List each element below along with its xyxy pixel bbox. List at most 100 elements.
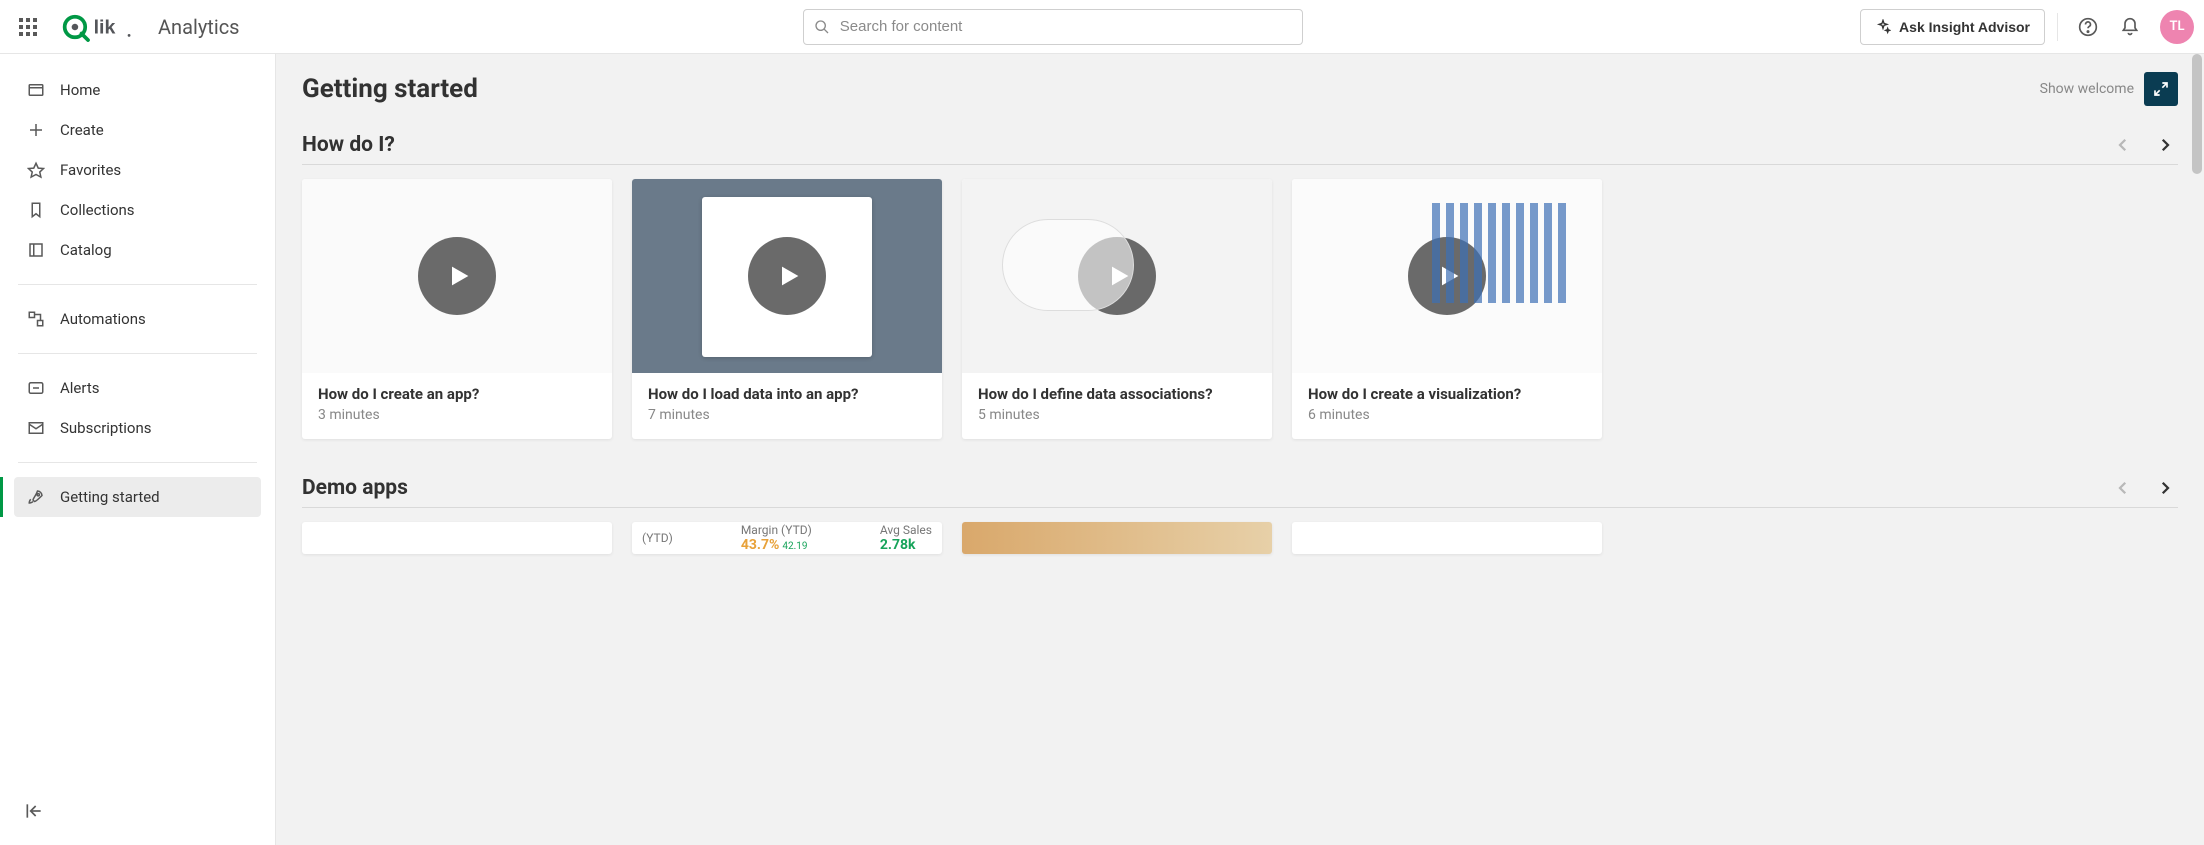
top-center	[254, 9, 1853, 45]
sidebar-item-label: Automations	[60, 310, 146, 328]
expand-welcome-button[interactable]	[2144, 72, 2178, 106]
sidebar-item-label: Catalog	[60, 241, 112, 259]
collapse-icon	[24, 801, 44, 821]
product-name: Analytics	[158, 15, 240, 39]
sidebar-item-collections[interactable]: Collections	[14, 190, 261, 230]
waffle-icon	[19, 18, 37, 36]
expand-icon	[2153, 81, 2169, 97]
sidebar-item-label: Create	[60, 121, 104, 139]
search-icon	[814, 19, 830, 35]
howdoi-next-button[interactable]	[2152, 132, 2178, 158]
video-card[interactable]: How do I define data associations? 5 min…	[962, 179, 1272, 439]
sidebar-item-label: Getting started	[60, 488, 160, 506]
video-card-duration: 5 minutes	[978, 407, 1256, 423]
play-button[interactable]	[418, 237, 496, 315]
brand[interactable]: lik Analytics	[54, 12, 246, 42]
svg-text:lik: lik	[94, 16, 116, 38]
play-button[interactable]	[1078, 237, 1156, 315]
sidebar-item-automations[interactable]: Automations	[14, 299, 261, 339]
demo-app-card[interactable]	[302, 522, 612, 554]
chevron-left-icon	[2114, 479, 2132, 497]
section-header-demoapps: Demo apps	[302, 475, 2178, 508]
app-launcher-button[interactable]	[10, 9, 46, 45]
sidebar-item-catalog[interactable]: Catalog	[14, 230, 261, 270]
video-thumbnail	[962, 179, 1272, 373]
sidebar-item-favorites[interactable]: Favorites	[14, 150, 261, 190]
video-thumbnail	[302, 179, 612, 373]
video-card-duration: 7 minutes	[648, 407, 926, 423]
section-title: Demo apps	[302, 476, 408, 500]
video-card-title: How do I create an app?	[318, 385, 596, 403]
demo-app-card[interactable]	[962, 522, 1272, 554]
main-content: Getting started Show welcome How do I?	[276, 54, 2204, 845]
howdoi-prev-button[interactable]	[2110, 132, 2136, 158]
demoapps-next-button[interactable]	[2152, 475, 2178, 501]
sidebar-item-alerts[interactable]: Alerts	[14, 368, 261, 408]
video-card[interactable]: How do I create a visualization? 6 minut…	[1292, 179, 1602, 439]
demo-metric-avg: Avg Sales 2.78k	[880, 523, 932, 553]
video-card[interactable]: How do I load data into an app? 7 minute…	[632, 179, 942, 439]
sparkle-icon	[1875, 19, 1891, 35]
scrollbar-thumb[interactable]	[2192, 54, 2202, 174]
video-card-title: How do I define data associations?	[978, 385, 1256, 403]
sidebar-item-label: Subscriptions	[60, 419, 151, 437]
alert-icon	[26, 378, 46, 398]
help-icon	[2078, 17, 2098, 37]
help-button[interactable]	[2070, 9, 2106, 45]
play-button[interactable]	[1408, 237, 1486, 315]
avatar-initials: TL	[2169, 19, 2184, 34]
top-right: Ask Insight Advisor TL	[1860, 9, 2194, 45]
top-bar: lik Analytics Ask Insight Advisor	[0, 0, 2204, 54]
section-header-howdoi: How do I?	[302, 132, 2178, 165]
howdoi-card-row: How do I create an app? 3 minutes How do…	[302, 179, 2178, 439]
demo-app-card[interactable]: (YTD) Margin (YTD) 43.7% 42.19 Avg Sales…	[632, 522, 942, 554]
home-icon	[26, 80, 46, 100]
sidebar-item-label: Favorites	[60, 161, 121, 179]
sidebar-item-label: Collections	[60, 201, 135, 219]
page-header: Getting started Show welcome	[302, 72, 2178, 106]
search-input[interactable]	[840, 18, 1292, 35]
demo-app-card[interactable]	[1292, 522, 1602, 554]
demoapps-prev-button[interactable]	[2110, 475, 2136, 501]
sidebar: Home Create Favorites Collections	[0, 54, 276, 845]
video-card-title: How do I load data into an app?	[648, 385, 926, 403]
ask-insight-advisor-button[interactable]: Ask Insight Advisor	[1860, 9, 2045, 45]
demoapps-card-row: (YTD) Margin (YTD) 43.7% 42.19 Avg Sales…	[302, 522, 2178, 554]
automation-icon	[26, 309, 46, 329]
video-card-title: How do I create a visualization?	[1308, 385, 1586, 403]
section-title: How do I?	[302, 133, 395, 157]
play-icon	[1435, 262, 1463, 290]
bell-icon	[2120, 17, 2140, 37]
bookmark-icon	[26, 200, 46, 220]
sidebar-item-getting-started[interactable]: Getting started	[14, 477, 261, 517]
video-card[interactable]: How do I create an app? 3 minutes	[302, 179, 612, 439]
page-title: Getting started	[302, 74, 478, 104]
chevron-right-icon	[2156, 136, 2174, 154]
notifications-button[interactable]	[2112, 9, 2148, 45]
plus-icon	[26, 120, 46, 140]
demo-metric-ytd: (YTD)	[642, 531, 673, 545]
sidebar-item-label: Alerts	[60, 379, 100, 397]
catalog-icon	[26, 240, 46, 260]
chevron-left-icon	[2114, 136, 2132, 154]
video-thumbnail	[632, 179, 942, 373]
video-card-duration: 3 minutes	[318, 407, 596, 423]
sidebar-separator	[18, 284, 257, 285]
star-icon	[26, 160, 46, 180]
global-search[interactable]	[803, 9, 1303, 45]
collapse-sidebar-button[interactable]	[0, 791, 275, 835]
insight-button-label: Ask Insight Advisor	[1899, 19, 2030, 35]
sidebar-item-home[interactable]: Home	[14, 70, 261, 110]
qlik-logo-icon: lik	[60, 12, 144, 42]
scrollbar-track[interactable]	[2190, 54, 2204, 845]
sidebar-item-create[interactable]: Create	[14, 110, 261, 150]
play-icon	[445, 262, 473, 290]
play-button[interactable]	[748, 237, 826, 315]
body: Home Create Favorites Collections	[0, 54, 2204, 845]
demo-metric-margin: Margin (YTD) 43.7% 42.19	[741, 523, 812, 553]
sidebar-separator	[18, 353, 257, 354]
chevron-right-icon	[2156, 479, 2174, 497]
sidebar-item-subscriptions[interactable]: Subscriptions	[14, 408, 261, 448]
sidebar-separator	[18, 462, 257, 463]
user-avatar[interactable]: TL	[2160, 10, 2194, 44]
